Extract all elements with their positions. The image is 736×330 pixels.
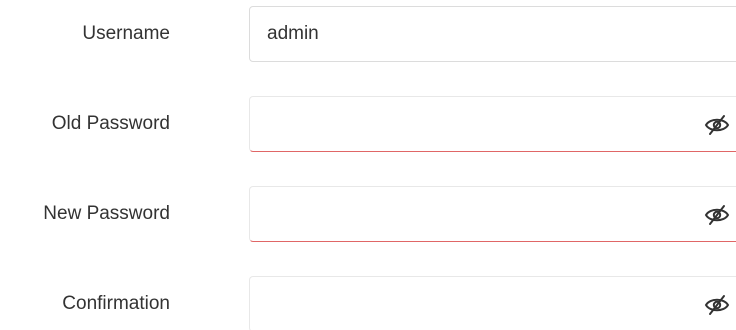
username-input[interactable] [250, 7, 736, 61]
eye-slash-icon[interactable] [704, 204, 730, 226]
new-password-label: New Password [43, 203, 170, 224]
old-password-input[interactable] [250, 97, 736, 151]
eye-slash-icon[interactable] [704, 294, 730, 316]
change-password-form: Username Old Password New Password [0, 0, 736, 330]
confirmation-field-wrapper [249, 276, 736, 330]
new-password-input[interactable] [250, 187, 736, 241]
confirmation-input[interactable] [250, 277, 736, 330]
old-password-label: Old Password [51, 113, 170, 134]
username-row: Username [0, 6, 736, 62]
username-label: Username [82, 23, 170, 44]
confirmation-label: Confirmation [62, 293, 170, 314]
eye-slash-icon[interactable] [704, 114, 730, 136]
old-password-row: Old Password [0, 96, 736, 152]
new-password-field-wrapper [249, 186, 736, 242]
old-password-field-wrapper [249, 96, 736, 152]
confirmation-row: Confirmation [0, 276, 736, 330]
username-field-wrapper [249, 6, 736, 62]
new-password-row: New Password [0, 186, 736, 242]
